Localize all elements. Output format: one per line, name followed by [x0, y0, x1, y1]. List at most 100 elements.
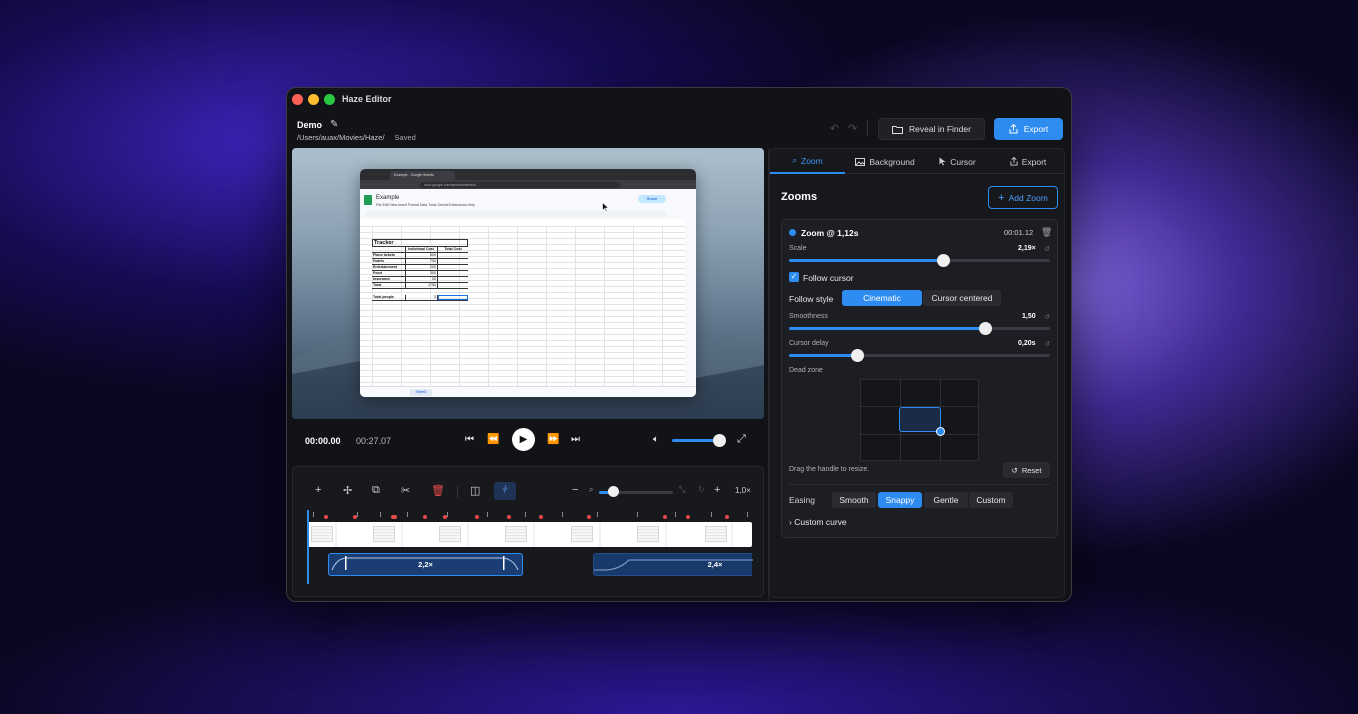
cursor-delay-slider[interactable]	[789, 349, 1050, 362]
follow-style-cursor-centered[interactable]: Cursor centered	[923, 290, 1001, 306]
tracker-header	[372, 247, 406, 252]
volume-slider-knob[interactable]	[713, 434, 726, 447]
add-icon[interactable]: +	[315, 484, 321, 496]
tracker-table: Tracker Individual Cost Total Cost Plane…	[372, 239, 468, 301]
pencil-icon[interactable]: ✎	[330, 119, 338, 130]
easing-snappy[interactable]: Snappy	[878, 492, 922, 508]
dead-zone-handle[interactable]	[936, 427, 945, 436]
tracker-cell	[438, 259, 468, 264]
tab-background-label: Background	[869, 156, 915, 167]
playhead[interactable]	[307, 510, 309, 584]
minimize-window-button[interactable]	[308, 94, 319, 105]
chevron-right-icon: ›	[789, 517, 792, 527]
easing-custom[interactable]: Custom	[969, 492, 1013, 508]
close-window-button[interactable]	[292, 94, 303, 105]
sheet-tab: Sheet1	[410, 389, 432, 396]
tab-cursor-label: Cursor	[950, 156, 976, 167]
tab-zoom[interactable]: ⌕ Zoom	[770, 149, 845, 174]
fullscreen-icon[interactable]: ⤢	[737, 433, 746, 446]
tracker-cell: 3	[406, 295, 438, 300]
project-path-row: /Users/auax/Movies/Haze/ Saved	[297, 133, 416, 142]
reset-label: Reset	[1021, 465, 1042, 475]
skip-start-icon[interactable]: ⏮	[465, 434, 474, 445]
reset-dead-zone-button[interactable]: ↺ Reset	[1003, 462, 1050, 478]
reveal-in-finder-button[interactable]: Reveal in Finder	[878, 118, 985, 140]
step-forward-icon[interactable]: ⏩	[547, 434, 559, 445]
follow-cursor-checkbox[interactable]: ✓	[789, 272, 799, 282]
zoom-clip-label: 2,4×	[707, 560, 723, 569]
cursor-delay-slider-knob[interactable]	[850, 349, 864, 362]
play-button[interactable]: ▶	[512, 428, 535, 451]
split-view-icon[interactable]: ◫	[470, 484, 480, 497]
redo-icon[interactable]: ↷	[848, 122, 857, 135]
trash-icon[interactable]: 🗑︎	[431, 484, 445, 497]
export-button[interactable]: Export	[994, 118, 1063, 140]
reset-scale-icon[interactable]: ↺	[1044, 245, 1050, 253]
reset-cursor-delay-icon[interactable]: ↺	[1044, 340, 1050, 348]
zoom-time: 00:01.12	[1004, 228, 1034, 237]
export-label: Export	[1023, 124, 1049, 134]
timeline-zoom-knob[interactable]	[608, 486, 619, 497]
cursor-delay-slider-fill	[789, 354, 857, 357]
video-track[interactable]	[307, 522, 752, 547]
timeline-zoom-value: 1,0×	[735, 486, 751, 495]
zoom-in-icon[interactable]: +	[714, 484, 720, 496]
tracker-header: Total Cost	[444, 247, 462, 251]
browser-url: docs.google.com/spreadsheets/d/...	[420, 181, 620, 188]
scale-label: Scale	[789, 245, 807, 252]
easing-smooth[interactable]: Smooth	[832, 492, 876, 508]
add-zoom-button[interactable]: + Add Zoom	[988, 186, 1058, 209]
smoothness-slider-knob[interactable]	[978, 322, 992, 335]
tab-export[interactable]: Export	[990, 149, 1066, 174]
tracker-cell: Plane tickets	[372, 253, 406, 258]
zoom-out-icon[interactable]: −	[572, 484, 578, 496]
tracker-cell	[438, 283, 468, 288]
card-divider	[789, 484, 1050, 485]
scale-slider-knob[interactable]	[936, 254, 950, 267]
split-clip-icon[interactable]: ⫩	[494, 482, 516, 500]
scissors-icon[interactable]: ✂	[401, 484, 410, 497]
zooms-heading: Zooms	[781, 191, 818, 203]
tab-background[interactable]: Background	[845, 149, 925, 174]
timeline-ruler[interactable]	[307, 510, 752, 522]
reset-smoothness-icon[interactable]: ↺	[1044, 313, 1050, 321]
custom-curve-toggle[interactable]: › Custom curve	[789, 517, 847, 527]
zoom-clip[interactable]: 2,2×	[328, 553, 523, 576]
zoom-clip[interactable]: 2,4×	[593, 553, 753, 576]
smoothness-slider[interactable]	[789, 322, 1050, 335]
tracker-cell	[438, 271, 468, 276]
step-back-icon[interactable]: ⏪	[487, 434, 499, 445]
easing-label: Easing	[789, 495, 815, 505]
skip-end-icon[interactable]: ⏭	[571, 434, 580, 445]
volume-icon[interactable]: 🔈︎	[653, 434, 659, 445]
follow-style-cinematic[interactable]: Cinematic	[842, 290, 922, 306]
tracker-cell: Entertainment	[372, 265, 406, 270]
fit-icon[interactable]: ⤡	[679, 485, 685, 495]
sheets-share-button: Share	[638, 195, 666, 203]
trash-icon[interactable]: 🗑︎	[1041, 227, 1052, 238]
dead-zone-editor[interactable]	[860, 379, 979, 461]
title-bar[interactable]: Haze Editor	[287, 88, 1071, 110]
playback-controls: 00:00.00 00:27.07 ⏮ ⏪ ▶ ⏩ ⏭ 🔈︎ ⤢	[292, 419, 764, 461]
scale-slider[interactable]	[789, 254, 1050, 267]
magic-add-icon[interactable]: ✢	[343, 484, 352, 497]
duplicate-icon[interactable]: ⧉	[372, 484, 380, 497]
easing-gentle[interactable]: Gentle	[924, 492, 968, 508]
reset-zoom-icon[interactable]: ↻	[698, 485, 705, 494]
sheets-menu: File Edit View Insert Format Data Tools …	[376, 203, 475, 207]
tracker-cell: Food	[372, 271, 406, 276]
tab-cursor[interactable]: Cursor	[925, 149, 990, 174]
video-preview[interactable]: Example - Google Sheets docs.google.com/…	[292, 148, 764, 419]
table-row: Total people 3	[372, 295, 468, 301]
window-title: Haze Editor	[342, 94, 392, 104]
undo-icon[interactable]: ↶	[830, 122, 839, 135]
cursor-delay-value: 0,20s	[1018, 340, 1036, 347]
dead-zone-box[interactable]	[899, 407, 941, 432]
sheet-name: Example	[376, 195, 400, 201]
maximize-window-button[interactable]	[324, 94, 335, 105]
timeline-zoom-slider[interactable]	[613, 491, 673, 494]
cursor-delay-label: Cursor delay	[789, 340, 829, 347]
dead-zone-hint: Drag the handle to resize.	[789, 466, 870, 473]
search-icon: ⌕	[589, 485, 594, 494]
scale-value: 2,19×	[1018, 245, 1036, 252]
